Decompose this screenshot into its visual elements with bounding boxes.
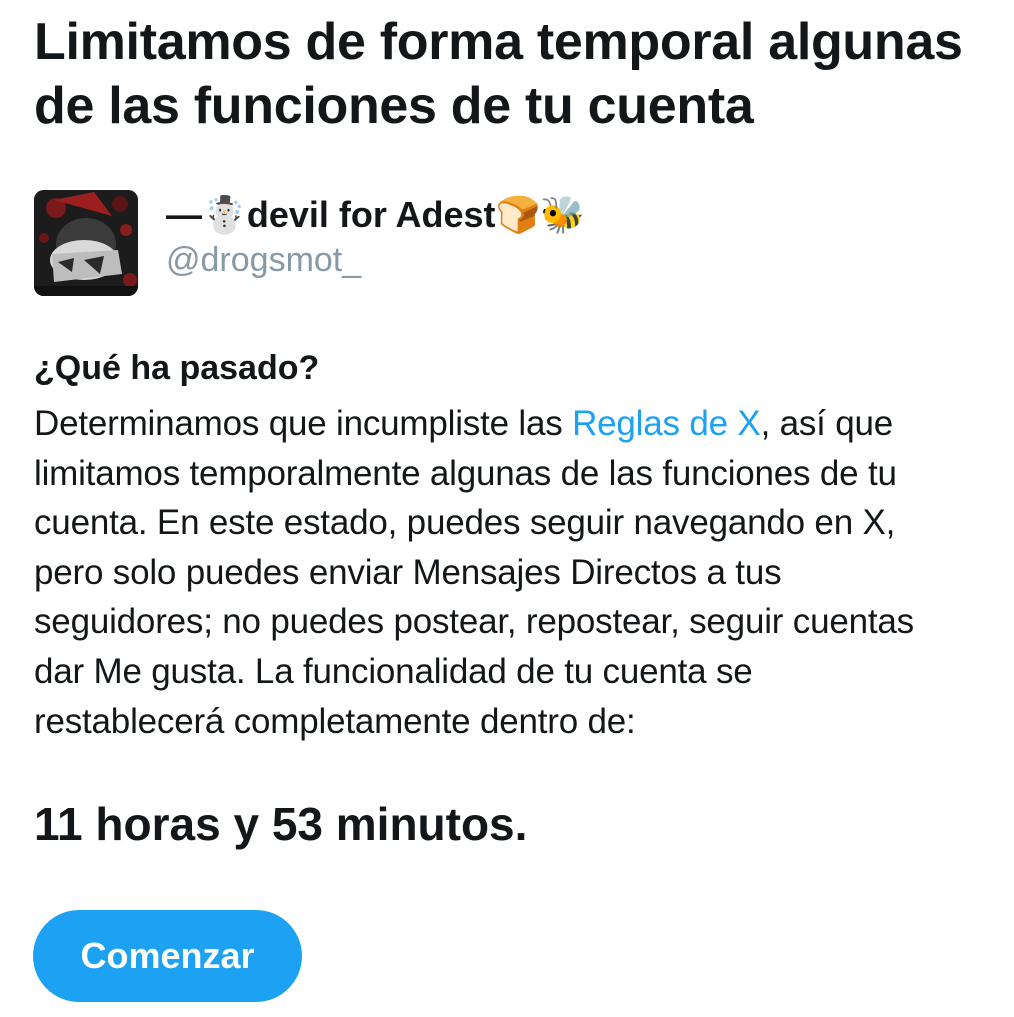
explanation-line-5: seguidores; no puedes postear, repostear… xyxy=(34,602,914,642)
rules-link[interactable]: Reglas de X xyxy=(572,404,761,443)
account-handle: @drogsmot_ xyxy=(166,241,362,279)
explanation-text: Determinamos que incumpliste las Reglas … xyxy=(34,399,1014,746)
explanation-line-2: limitamos temporalmente algunas de las f… xyxy=(34,453,897,493)
explanation-line-1: Determinamos que incumpliste las Reglas … xyxy=(34,399,1014,449)
explanation-line-1-end: , así que xyxy=(760,404,894,443)
start-button[interactable]: Comenzar xyxy=(33,910,302,1002)
explanation-line-6: dar Me gusta. La funcionalidad de tu cue… xyxy=(34,651,753,691)
display-name: —☃️devil for Adest🍞🐝 xyxy=(166,194,586,235)
avatar-image-icon xyxy=(34,190,138,296)
avatar xyxy=(34,190,138,296)
account-card: —☃️devil for Adest🍞🐝 @drogsmot_ xyxy=(34,190,834,296)
countdown-text: 11 horas y 53 minutos. xyxy=(34,798,528,850)
explanation-line-3: cuenta. En este estado, puedes seguir na… xyxy=(34,503,896,543)
page-title-line-1: Limitamos de forma temporal algunas xyxy=(34,13,963,71)
explanation-line-1-start: Determinamos que incumpliste las xyxy=(34,404,573,443)
page-title: Limitamos de forma temporal algunas de l… xyxy=(34,10,1014,138)
explanation-line-4: pero solo puedes enviar Mensajes Directo… xyxy=(34,552,782,592)
explanation-line-7: restablecerá completamente dentro de: xyxy=(34,701,636,741)
page-title-line-2: de las funciones de tu cuenta xyxy=(34,77,754,135)
section-heading: ¿Qué ha pasado? xyxy=(34,349,320,387)
